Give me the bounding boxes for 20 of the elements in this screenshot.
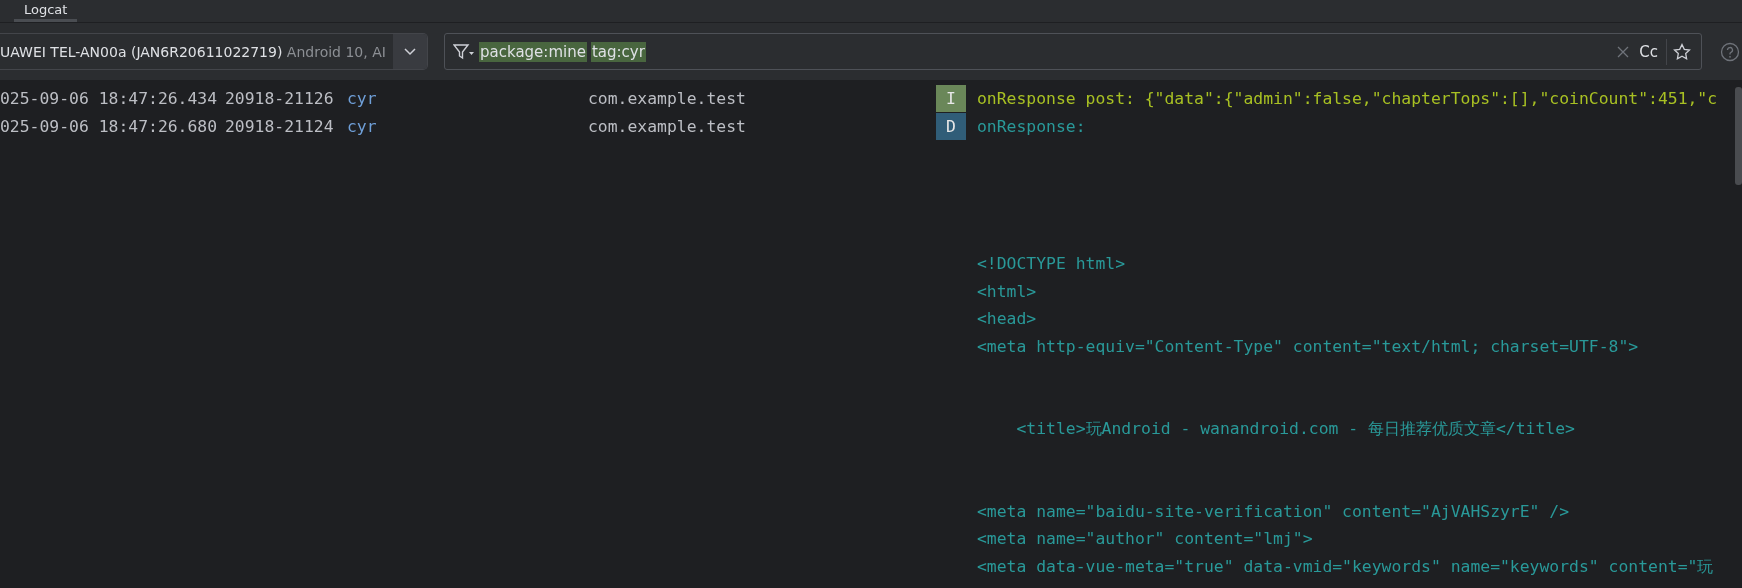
log-tag: cyr	[347, 112, 588, 140]
log-level: I	[936, 85, 966, 112]
process-id: 20918-21126	[225, 88, 335, 110]
filter-field[interactable]: package:mine tag:cyr Cc	[444, 33, 1702, 70]
package-name: com.example.test	[588, 115, 747, 138]
process-id: 20918-21124	[225, 115, 335, 138]
device-dropdown[interactable]: UAWEI TEL-AN00a (JAN6R20611022719) Android 10, AI	[0, 33, 428, 70]
timestamp: 025-09-06 18:47:26.434	[0, 88, 219, 110]
log-tag: cyr	[347, 85, 588, 113]
package-name: com.example.test	[588, 88, 747, 110]
log-message: onResponse: <!DOCTYPE html> <html> <head> <meta http-equiv="Content-Type" content="text/html; charset=UTF-8"> <title>玩Android - wanandroid.com - 每日推荐优质文章</title> <meta name="baidu-site-verification" content="AjVAHSzyrE" /> <meta name="author" content="lmj"> <meta data-vue-meta="true" data-vmid="keywords" name="keywords" content="玩	[977, 115, 1714, 578]
timestamp: 025-09-06 18:47:26.680	[0, 115, 219, 138]
match-case-toggle[interactable]: Cc	[1635, 40, 1662, 63]
chevron-down-icon	[404, 47, 416, 56]
filter-icon	[453, 42, 475, 61]
scrollbar[interactable]	[1735, 87, 1742, 185]
log-level: D	[936, 112, 966, 140]
filter-term: tag:cyr	[590, 41, 646, 62]
log-message: onResponse post: {"data":{"admin":false,"chapterTops":[],"coinCount":451,"c	[977, 88, 1718, 110]
filter-term: package:mine	[479, 41, 587, 62]
